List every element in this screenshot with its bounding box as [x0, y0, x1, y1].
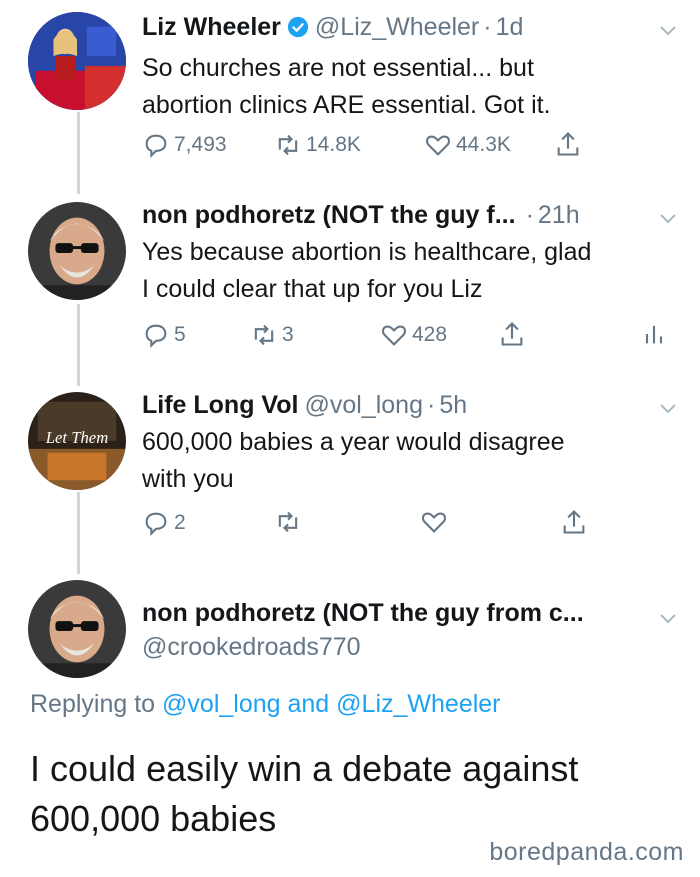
replying-and: and: [287, 690, 330, 718]
separator-dot: ·: [483, 13, 492, 41]
like-button[interactable]: 428: [380, 320, 447, 350]
reply-count: 5: [174, 323, 186, 346]
retweet-button[interactable]: [274, 508, 306, 536]
tweet-text-line: Yes because abortion is healthcare, glad: [142, 238, 592, 266]
tweet-text: Yes because abortion is healthcare, glad…: [142, 234, 680, 308]
separator-dot: ·: [426, 391, 436, 419]
tweet-liz-wheeler[interactable]: Liz Wheeler @Liz_Wheeler · 1d So churche…: [0, 0, 700, 180]
verified-badge-icon: [287, 16, 309, 38]
avatar[interactable]: [28, 580, 126, 678]
author-name[interactable]: non podhoretz (NOT the guy f...: [142, 198, 516, 232]
retweet-count: 3: [282, 323, 294, 346]
avatar-text: Let Them: [45, 428, 108, 447]
tweet-text-line: I could clear that up for you Liz: [142, 275, 483, 303]
retweet-button[interactable]: 14.8K: [274, 130, 361, 160]
replying-user-link[interactable]: @Liz_Wheeler: [336, 690, 500, 718]
tweet-text-line: 600,000 babies: [30, 798, 277, 839]
replying-to: Replying to @vol_long and @Liz_Wheeler: [30, 690, 501, 719]
like-count: 44.3K: [456, 133, 511, 156]
retweet-icon: [278, 511, 298, 533]
focused-tweet-text: I could easily win a debate against 600,…: [30, 744, 578, 844]
tweet-actions: 2: [142, 508, 602, 538]
tweet-actions: 7,493 14.8K 44.3K: [142, 130, 662, 160]
reply-icon: [145, 134, 167, 159]
avatar[interactable]: Let Them: [28, 392, 126, 490]
share-icon: [563, 510, 585, 534]
replying-user-link[interactable]: @vol_long: [162, 690, 281, 718]
analytics-button[interactable]: [640, 320, 672, 348]
reply-button[interactable]: 7,493: [142, 130, 227, 160]
share-button[interactable]: [498, 320, 530, 348]
reply-button[interactable]: 5: [142, 320, 186, 350]
separator-dot: ·: [525, 201, 534, 229]
like-button[interactable]: [420, 508, 452, 536]
share-button[interactable]: [554, 130, 586, 158]
reply-icon: [145, 512, 167, 537]
like-icon: [382, 325, 406, 346]
like-button[interactable]: 44.3K: [424, 130, 511, 160]
reply-icon: [145, 324, 167, 349]
author-handle[interactable]: @vol_long: [304, 388, 423, 422]
author-name[interactable]: non podhoretz (NOT the guy from c...: [142, 596, 680, 630]
chevron-down-icon[interactable]: [658, 20, 678, 40]
reply-button[interactable]: 2: [142, 508, 186, 538]
tweet-text: 600,000 babies a year would disagree wit…: [142, 424, 680, 498]
timestamp[interactable]: 1d: [496, 10, 524, 44]
reply-count: 2: [174, 511, 186, 534]
tweet-text-line: abortion clinics ARE essential. Got it.: [142, 91, 551, 119]
tweet-life-long-vol[interactable]: Let Them Life Long Vol @vol_long · 5h 60…: [0, 380, 700, 560]
reply-count: 7,493: [174, 133, 227, 156]
tweet-non-podhoretz-reply[interactable]: non podhoretz (NOT the guy f... · 21h Ye…: [0, 190, 700, 370]
retweet-icon: [278, 134, 298, 156]
chevron-down-icon[interactable]: [658, 398, 678, 418]
author-name[interactable]: Liz Wheeler: [142, 10, 281, 44]
author-name[interactable]: Life Long Vol: [142, 388, 298, 422]
share-icon: [557, 132, 579, 156]
chevron-down-icon[interactable]: [658, 208, 678, 228]
avatar[interactable]: [28, 12, 126, 110]
like-icon: [422, 512, 446, 533]
tweet-text: So churches are not essential... but abo…: [142, 50, 680, 124]
tweet-text-line: with you: [142, 465, 234, 493]
timestamp[interactable]: 5h: [439, 388, 467, 422]
retweet-button[interactable]: 3: [250, 320, 294, 350]
retweet-count: 14.8K: [306, 133, 361, 156]
watermark: boredpanda.com: [489, 838, 684, 866]
tweet-text-line: I could easily win a debate against: [30, 748, 579, 789]
like-icon: [426, 135, 450, 156]
tweet-text-line: So churches are not essential... but: [142, 54, 534, 82]
author-handle[interactable]: @crookedroads770: [142, 630, 680, 664]
author-handle[interactable]: @Liz_Wheeler: [315, 10, 479, 44]
avatar[interactable]: [28, 202, 126, 300]
chevron-down-icon[interactable]: [658, 608, 678, 628]
replying-prefix: Replying to: [30, 690, 156, 718]
analytics-icon: [645, 325, 663, 344]
tweet-text-line: 600,000 babies a year would disagree: [142, 428, 565, 456]
timestamp[interactable]: 21h: [538, 198, 580, 232]
retweet-icon: [254, 324, 274, 346]
tweet-actions: 5 3 428: [142, 320, 682, 350]
like-count: 428: [412, 323, 448, 346]
share-icon: [501, 322, 523, 346]
share-button[interactable]: [560, 508, 592, 536]
